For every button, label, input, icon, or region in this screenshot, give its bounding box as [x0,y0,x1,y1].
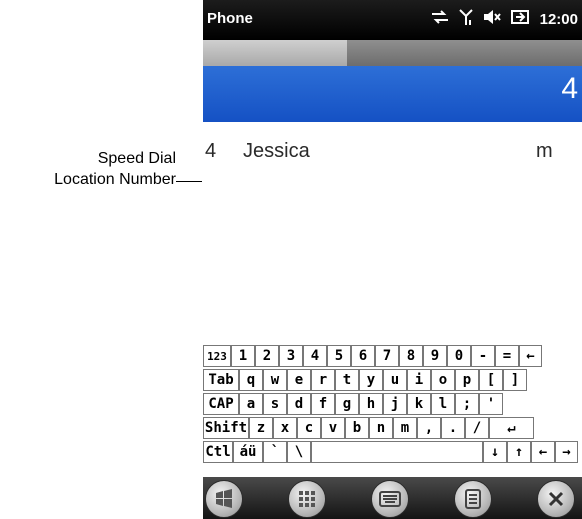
key-y[interactable]: y [359,369,383,391]
key-right-bracket[interactable]: ] [503,369,527,391]
key-7[interactable]: 7 [375,345,399,367]
key-enter[interactable]: ↵ [489,417,534,439]
keyboard-row-5: Ctl áü ` \ ↓ ↑ ← → [203,441,578,463]
key-ctrl[interactable]: Ctl [203,441,233,463]
key-4[interactable]: 4 [303,345,327,367]
keypad-icon[interactable] [288,480,326,518]
key-w[interactable]: w [263,369,287,391]
key-accents[interactable]: áü [233,441,263,463]
key-f[interactable]: f [311,393,335,415]
progress-strip [203,40,582,66]
title-bar: Phone 12:00 [203,0,582,40]
keyboard-row-4: Shift z x c v b n m , . / ↵ [203,417,534,439]
key-d[interactable]: d [287,393,311,415]
callout-line1: Speed Dial [97,150,176,167]
list-item[interactable]: 4 Jessica m [203,140,582,170]
key-q[interactable]: q [239,369,263,391]
key-arrow-left[interactable]: ← [531,441,555,463]
key-o[interactable]: o [431,369,455,391]
key-arrow-up[interactable]: ↑ [507,441,531,463]
callout-label: Speed Dial Location Number [0,148,176,190]
keyboard-row-1: 123 1 2 3 4 5 6 7 8 9 0 - = ← [203,345,542,367]
battery-charging-icon[interactable] [510,8,532,31]
key-s[interactable]: s [263,393,287,415]
key-r[interactable]: r [311,369,335,391]
keyboard-row-3: CAP a s d f g h j k l ; ' [203,393,503,415]
key-u[interactable]: u [383,369,407,391]
app-title: Phone [207,10,253,27]
keyboard-icon[interactable] [371,480,409,518]
soft-keyboard: 123 1 2 3 4 5 6 7 8 9 0 - = ← Tab q w e … [203,343,582,477]
keyboard-row-2: Tab q w e r t y u i o p [ ] [203,369,527,391]
data-connection-icon[interactable] [430,9,450,30]
key-x[interactable]: x [273,417,297,439]
key-e[interactable]: e [287,369,311,391]
key-minus[interactable]: - [471,345,495,367]
key-j[interactable]: j [383,393,407,415]
key-v[interactable]: v [321,417,345,439]
menu-icon[interactable] [454,480,492,518]
dial-input-bar[interactable]: 4 [203,66,582,122]
key-3[interactable]: 3 [279,345,303,367]
callout-leader-line [176,181,202,182]
taskbar [203,477,582,519]
windows-start-icon[interactable] [205,480,243,518]
key-z[interactable]: z [249,417,273,439]
key-5[interactable]: 5 [327,345,351,367]
key-6[interactable]: 6 [351,345,375,367]
key-period[interactable]: . [441,417,465,439]
contact-name: Jessica [243,140,310,162]
key-g[interactable]: g [335,393,359,415]
key-arrow-right[interactable]: → [555,441,578,463]
callout-line2: Location Number [54,171,176,188]
key-9[interactable]: 9 [423,345,447,367]
key-b[interactable]: b [345,417,369,439]
close-icon[interactable] [537,480,575,518]
number-type: m [536,140,553,162]
key-p[interactable]: p [455,369,479,391]
volume-muted-icon[interactable] [482,8,502,31]
key-backspace[interactable]: ← [519,345,542,367]
key-space[interactable] [311,441,483,463]
key-apostrophe[interactable]: ' [479,393,503,415]
key-semicolon[interactable]: ; [455,393,479,415]
key-caps[interactable]: CAP [203,393,239,415]
progress-fill [203,40,348,66]
key-slash[interactable]: / [465,417,489,439]
clock-time[interactable]: 12:00 [540,11,578,28]
key-m[interactable]: m [393,417,417,439]
key-c[interactable]: c [297,417,321,439]
key-numbers[interactable]: 123 [203,345,231,367]
key-arrow-down[interactable]: ↓ [483,441,507,463]
key-a[interactable]: a [239,393,263,415]
key-backtick[interactable]: ` [263,441,287,463]
key-l[interactable]: l [431,393,455,415]
key-shift[interactable]: Shift [203,417,249,439]
key-left-bracket[interactable]: [ [479,369,503,391]
speed-dial-location: 4 [205,140,217,162]
key-1[interactable]: 1 [231,345,255,367]
dialed-number: 4 [561,72,578,105]
phone-screen: Phone 12:00 4 4 Jessica m 123 1 2 3 4 5 … [203,0,582,519]
key-0[interactable]: 0 [447,345,471,367]
key-k[interactable]: k [407,393,431,415]
key-i[interactable]: i [407,369,431,391]
key-comma[interactable]: , [417,417,441,439]
signal-icon[interactable] [458,8,474,31]
key-equals[interactable]: = [495,345,519,367]
status-area: 12:00 [430,8,578,31]
key-tab[interactable]: Tab [203,369,239,391]
key-backslash[interactable]: \ [287,441,311,463]
key-2[interactable]: 2 [255,345,279,367]
key-n[interactable]: n [369,417,393,439]
key-8[interactable]: 8 [399,345,423,367]
key-t[interactable]: t [335,369,359,391]
key-h[interactable]: h [359,393,383,415]
contact-list: 4 Jessica m [203,122,582,342]
